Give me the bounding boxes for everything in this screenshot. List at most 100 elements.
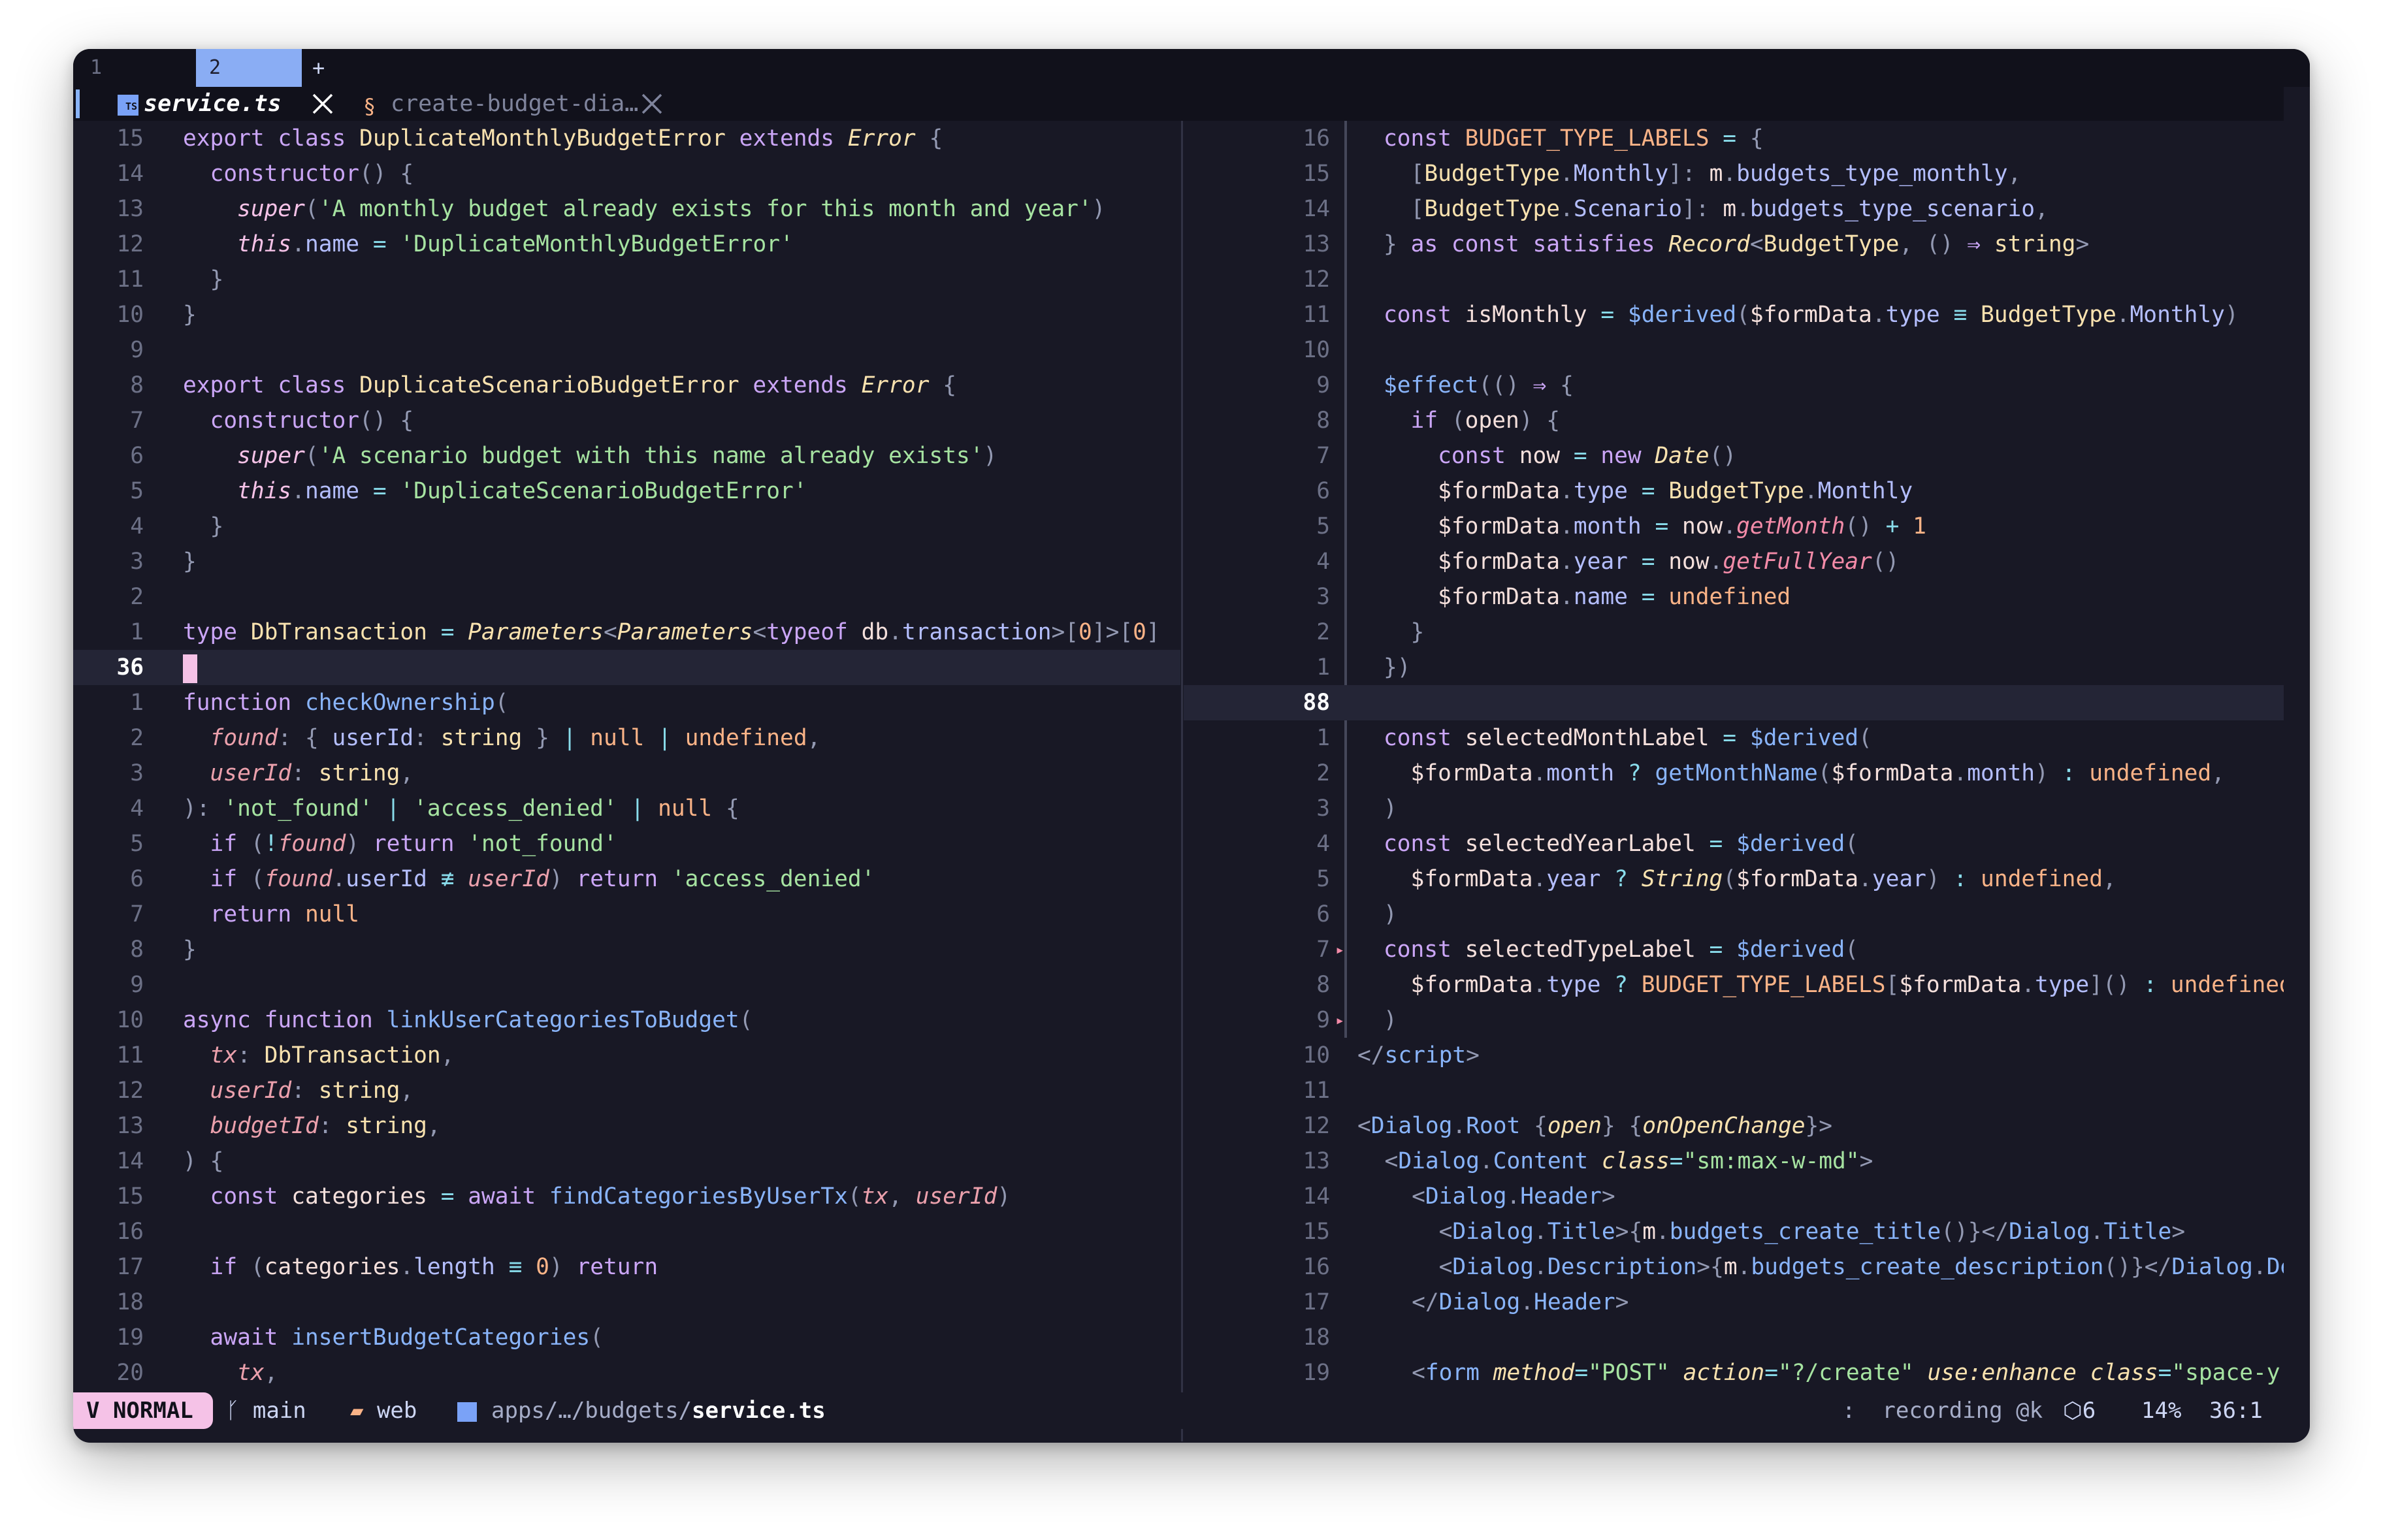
code-text: $formData.type ? BUDGET_TYPE_LABELS[$for…	[1410, 972, 2284, 998]
code-line[interactable]: 18	[1184, 1320, 2284, 1355]
code-line[interactable]: 6 if (found.userId ≢ userId) return 'acc…	[73, 861, 1180, 897]
code-line[interactable]: 3)	[1184, 791, 2284, 826]
code-line[interactable]: 8}	[73, 932, 1180, 967]
code-line[interactable]: 10}	[73, 297, 1180, 332]
diagnostics-count[interactable]: ⬡6	[2063, 1392, 2096, 1429]
code-line[interactable]: 9	[73, 332, 1180, 368]
code-line[interactable]: 3 $formData.name = undefined	[1184, 579, 2284, 615]
code-line[interactable]: 11 tx: DbTransaction,	[73, 1038, 1180, 1073]
code-line[interactable]: 7 return null	[73, 897, 1180, 932]
code-line[interactable]: 19 <form method="POST" action="?/create"…	[1184, 1355, 2284, 1390]
code-line[interactable]: 3 userId: string,	[73, 756, 1180, 791]
code-line[interactable]: 6 $formData.type = BudgetType.Monthly	[1184, 473, 2284, 509]
code-text: [BudgetType.Monthly]: m.budgets_type_mon…	[1410, 161, 2022, 187]
code-line[interactable]: 16 const BUDGET_TYPE_LABELS = {	[1184, 121, 2284, 156]
code-line[interactable]: 16 <Dialog.Description>{m.budgets_create…	[1184, 1249, 2284, 1285]
buffer-tab-create-budget-dialog[interactable]: create-budget-dia…	[391, 87, 638, 121]
code-text: <Dialog.Content class="sm:max-w-md">	[1384, 1148, 1873, 1174]
code-line[interactable]: 13} as const satisfies Record<BudgetType…	[1184, 227, 2284, 262]
code-line[interactable]: 19 await insertBudgetCategories(	[73, 1320, 1180, 1355]
code-line[interactable]: 14 <Dialog.Header>	[1184, 1179, 2284, 1214]
code-text: </script>	[1357, 1042, 1480, 1068]
code-line[interactable]: 12	[1184, 262, 2284, 297]
git-sign	[1344, 509, 1347, 544]
code-line[interactable]: 11 const isMonthly = $derived($formData.t…	[1184, 297, 2284, 332]
pane-divider[interactable]	[1181, 121, 1183, 1441]
editor-pane-left[interactable]: 15 export class DuplicateMonthlyBudgetErr…	[73, 121, 1180, 1441]
line-number: 14	[116, 161, 144, 187]
code-line[interactable]: 8 if (open) {	[1184, 403, 2284, 438]
code-line[interactable]: 15 const categories = await findCategori…	[73, 1179, 1180, 1214]
code-line[interactable]: 2	[73, 579, 1180, 615]
code-text: )	[1384, 795, 1397, 822]
code-line[interactable]: 8 $formData.type ? BUDGET_TYPE_LABELS[$f…	[1184, 967, 2284, 1003]
code-line[interactable]: 10	[1184, 332, 2284, 368]
code-line[interactable]: 13 <Dialog.Content class="sm:max-w-md">	[1184, 1144, 2284, 1179]
code-line[interactable]: 3}	[73, 544, 1180, 579]
code-line[interactable]: 12 this.name = 'DuplicateMonthlyBudgetEr…	[73, 227, 1180, 262]
code-line[interactable]: 12 userId: string,	[73, 1073, 1180, 1108]
line-number: 6	[130, 866, 144, 892]
code-line[interactable]: 1 function checkOwnership(	[73, 685, 1180, 720]
code-line[interactable]: 7 const now = new Date()	[1184, 438, 2284, 473]
code-line[interactable]: 7 constructor() {	[73, 403, 1180, 438]
code-line[interactable]: 13 budgetId: string,	[73, 1108, 1180, 1144]
code-line[interactable]: 14) {	[73, 1144, 1180, 1179]
code-line[interactable]: 12 <Dialog.Root {open} {onOpenChange}>	[1184, 1108, 2284, 1144]
code-line[interactable]: 18	[73, 1285, 1180, 1320]
code-line[interactable]: 4 const selectedYearLabel = $derived(	[1184, 826, 2284, 861]
code-line[interactable]: 4 }	[73, 509, 1180, 544]
code-text: type DbTransaction = Parameters<Paramete…	[183, 619, 1160, 645]
code-line[interactable]: 4): 'not_found' | 'access_denied' | null…	[73, 791, 1180, 826]
code-line[interactable]: 9 ▸)	[1184, 1003, 2284, 1038]
code-line[interactable]: 1 type DbTransaction = Parameters<Paramet…	[73, 615, 1180, 650]
code-line[interactable]: 17 </Dialog.Header>	[1184, 1285, 2284, 1320]
code-line[interactable]: 16	[73, 1214, 1180, 1249]
code-line[interactable]: 10 </script>	[1184, 1038, 2284, 1073]
code-line[interactable]: 5 if (!found) return 'not_found'	[73, 826, 1180, 861]
code-line-current[interactable]: 36	[73, 650, 1180, 685]
code-line-current[interactable]: 88	[1184, 685, 2284, 720]
fold-marker-icon[interactable]: ▸	[1335, 1003, 1344, 1038]
add-tab-button[interactable]: +	[312, 49, 325, 87]
code-line[interactable]: 10 async function linkUserCategoriesToBud…	[73, 1003, 1180, 1038]
code-line[interactable]: 14 constructor() {	[73, 156, 1180, 191]
code-line[interactable]: 4 $formData.year = now.getFullYear()	[1184, 544, 2284, 579]
code-line[interactable]: 9 $effect(() ⇒ {	[1184, 368, 2284, 403]
code-line[interactable]: 11	[1184, 1073, 2284, 1108]
code-line[interactable]: 13 super('A monthly budget already exist…	[73, 191, 1180, 227]
code-line[interactable]: 7 ▸ const selectedTypeLabel = $derived(	[1184, 932, 2284, 967]
close-icon[interactable]	[638, 89, 666, 123]
code-line[interactable]: 5 $formData.month = now.getMonth() + 1	[1184, 509, 2284, 544]
code-line[interactable]: 1 const selectedMonthLabel = $derived(	[1184, 720, 2284, 756]
code-line[interactable]: 14 [BudgetType.Scenario]: m.budgets_type…	[1184, 191, 2284, 227]
git-sign	[1344, 438, 1347, 473]
svelte-icon: §	[363, 94, 376, 119]
recording-indicator: : recording @k	[1842, 1398, 2043, 1424]
code-line[interactable]: 15 [BudgetType.Monthly]: m.budgets_type_…	[1184, 156, 2284, 191]
code-line[interactable]: 8 export class DuplicateScenarioBudgetErr…	[73, 368, 1180, 403]
code-line[interactable]: 2 found: { userId: string } | null | und…	[73, 720, 1180, 756]
code-line[interactable]: 6 super('A scenario budget with this nam…	[73, 438, 1180, 473]
code-line[interactable]: 9	[73, 967, 1180, 1003]
editor-pane-right[interactable]: 16 const BUDGET_TYPE_LABELS = {15 [Budget…	[1184, 121, 2284, 1441]
git-branch[interactable]: ᚴ main	[226, 1392, 306, 1429]
code-line[interactable]: 15 export class DuplicateMonthlyBudgetErr…	[73, 121, 1180, 156]
code-line[interactable]: 6)	[1184, 897, 2284, 932]
close-icon[interactable]	[308, 89, 337, 123]
code-text: budgetId: string,	[210, 1113, 441, 1139]
code-line[interactable]: 15 <Dialog.Title>{m.budgets_create_title…	[1184, 1214, 2284, 1249]
tab-2[interactable]: 2	[196, 49, 302, 87]
line-number: 4	[130, 513, 144, 539]
buffer-tab-service[interactable]: service.ts	[144, 87, 282, 121]
code-line[interactable]: 5 $formData.year ? String($formData.year…	[1184, 861, 2284, 897]
fold-marker-icon[interactable]: ▸	[1335, 932, 1344, 967]
code-line[interactable]: 17 if (categories.length ≡ 0) return	[73, 1249, 1180, 1285]
code-line[interactable]: 20 tx,	[73, 1355, 1180, 1390]
tab-1[interactable]: 1	[90, 49, 102, 87]
code-line[interactable]: 5 this.name = 'DuplicateScenarioBudgetEr…	[73, 473, 1180, 509]
code-line[interactable]: 2 $formData.month ? getMonthName($formDa…	[1184, 756, 2284, 791]
code-line[interactable]: 11 }	[73, 262, 1180, 297]
code-line[interactable]: 1})	[1184, 650, 2284, 685]
code-line[interactable]: 2 }	[1184, 615, 2284, 650]
